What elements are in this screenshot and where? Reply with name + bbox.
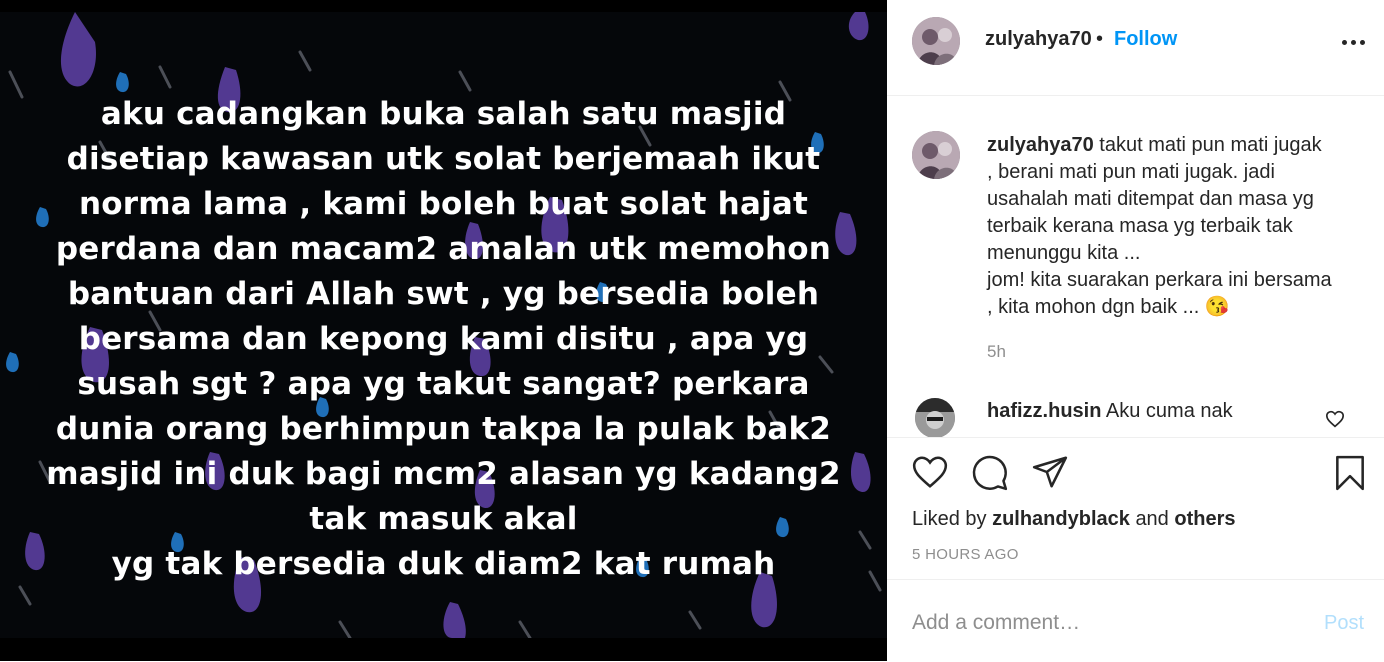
- save-bookmark-icon[interactable]: [1333, 454, 1367, 492]
- liked-by-summary: Liked by zulhandyblack and others: [912, 508, 1236, 531]
- post-caption: zulyahya70 takut mati pun mati jugak , b…: [987, 132, 1357, 321]
- post-timestamp[interactable]: 5 HOURS AGO: [912, 546, 1019, 563]
- caption-line: , kita mohon dgn baik ...: [987, 296, 1205, 318]
- separator-dot: •: [1096, 28, 1104, 50]
- post-image-text-line: dunia orang berhimpun takpa la pulak bak…: [55, 411, 832, 447]
- caption-line: jom! kita suarakan perkara ini bersama: [987, 269, 1332, 291]
- post-image[interactable]: aku cadangkan buka salah satu masjid dise…: [0, 12, 887, 638]
- comments-section: zulyahya70 takut mati pun mati jugak , b…: [887, 96, 1384, 437]
- liked-by-others-link[interactable]: others: [1174, 508, 1235, 530]
- avatar-image: [912, 131, 960, 179]
- liked-by-prefix: Liked by: [912, 508, 987, 530]
- post-image-text-line: norma lama , kami boleh buat solat hajat: [78, 186, 809, 222]
- caption-author-avatar[interactable]: [912, 131, 960, 179]
- commenter-avatar[interactable]: [915, 398, 955, 437]
- avatar-image: [912, 17, 960, 65]
- post-image-text-line: aku cadangkan buka salah satu masjid: [100, 96, 787, 132]
- kiss-emoji-icon: 😘: [1204, 296, 1230, 318]
- liked-by-user-link[interactable]: zulhandyblack: [992, 508, 1130, 530]
- caption-line: , berani mati pun mati jugak. jadi: [987, 161, 1275, 183]
- post-image-text-line: yg tak bersedia duk diam2 kat rumah: [111, 546, 776, 582]
- post-image-text-line: bersama dan kepong kami disitu , apa yg: [78, 321, 809, 357]
- caption-line: takut mati pun mati jugak: [1099, 134, 1322, 156]
- post-image-text-line: bantuan dari Allah swt , yg bersedia bol…: [67, 276, 820, 312]
- liked-by-and: and: [1135, 508, 1169, 530]
- comment-username[interactable]: hafizz.husin: [987, 400, 1101, 422]
- post-image-text-line: susah sgt ? apa yg takut sangat? perkara: [77, 366, 810, 402]
- comment-bubble-icon[interactable]: [971, 454, 1009, 492]
- post-comment-button[interactable]: Post: [1324, 612, 1364, 635]
- post-details-panel: zulyahya70 • Follow zulyahya70 takut mat…: [887, 0, 1384, 661]
- follow-button[interactable]: Follow: [1114, 28, 1177, 51]
- post-image-text-line: masjid ini duk bagi mcm2 alasan yg kadan…: [46, 456, 841, 492]
- add-comment-input[interactable]: [912, 608, 1292, 638]
- post-actions: Liked by zulhandyblack and others 5 HOUR…: [887, 437, 1384, 580]
- author-avatar[interactable]: [912, 17, 960, 65]
- more-horizontal-icon[interactable]: [1339, 30, 1369, 54]
- caption-username[interactable]: zulyahya70: [987, 134, 1094, 156]
- post-image-text-line: perdana dan macam2 amalan utk memohon: [55, 231, 832, 267]
- add-comment-bar: Post: [887, 579, 1384, 662]
- post-media-panel: aku cadangkan buka salah satu masjid dise…: [0, 0, 887, 661]
- post-image-text-line: tak masuk akal: [309, 501, 578, 537]
- post-image-text-line: disetiap kawasan utk solat berjemaah iku…: [66, 141, 821, 177]
- post-image-text: aku cadangkan buka salah satu masjid dise…: [20, 92, 867, 587]
- comment-like-heart-icon[interactable]: [1325, 410, 1345, 428]
- avatar-image: [915, 398, 955, 437]
- caption-timestamp[interactable]: 5h: [987, 342, 1006, 362]
- caption-line: usahalah mati ditempat dan masa yg: [987, 188, 1314, 210]
- comment-item: hafizz.husin Aku cuma nak: [987, 400, 1233, 423]
- share-paper-plane-icon[interactable]: [1031, 454, 1069, 490]
- caption-line: menunggu kita ...: [987, 242, 1141, 264]
- like-heart-icon[interactable]: [911, 454, 949, 490]
- author-username[interactable]: zulyahya70: [985, 28, 1092, 51]
- caption-line: terbaik kerana masa yg terbaik tak: [987, 215, 1293, 237]
- post-header: zulyahya70 • Follow: [887, 0, 1384, 96]
- comment-text: Aku cuma nak: [1105, 400, 1233, 422]
